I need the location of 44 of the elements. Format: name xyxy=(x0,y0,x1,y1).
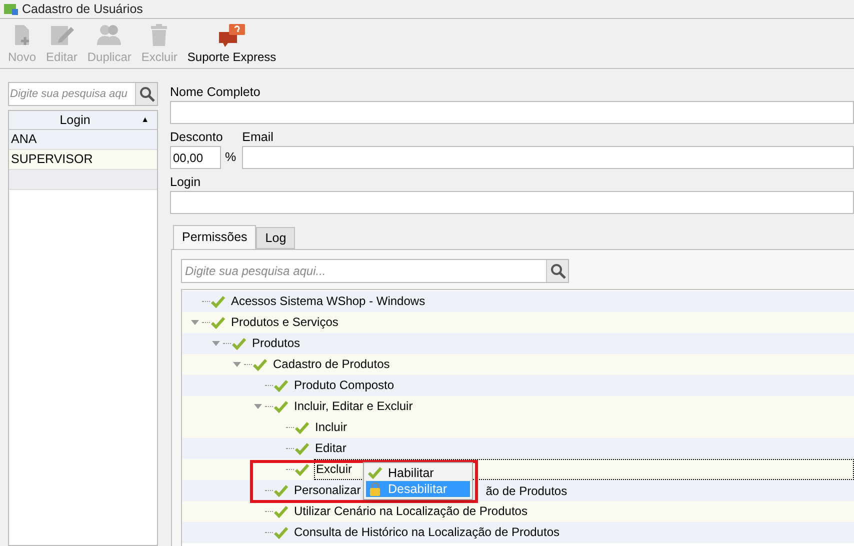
tab[interactable]: Permissões xyxy=(173,225,256,249)
field-label: Email xyxy=(242,129,274,146)
users-icon xyxy=(96,23,122,47)
search-box[interactable]: Digite sua pesquisa aqu xyxy=(8,82,158,106)
percent-sign: % xyxy=(225,149,236,166)
menu-item[interactable]: Habilitar xyxy=(366,465,470,481)
table-row[interactable]: ANA xyxy=(9,130,157,150)
sort-indicator: ▲ xyxy=(141,114,150,126)
search-button[interactable] xyxy=(546,260,568,282)
expanded-caret-icon[interactable] xyxy=(212,340,220,346)
permission-item[interactable]: Incluir, Editar e Excluir xyxy=(293,397,414,416)
permission-item[interactable]: Incluir xyxy=(314,418,348,437)
permission-item[interactable]: Cadastro de Produtos xyxy=(272,355,391,374)
pencil-icon xyxy=(48,23,75,47)
app-icon xyxy=(4,3,18,15)
input-field[interactable] xyxy=(242,146,854,169)
search-field[interactable]: Digite sua pesquisa aqu xyxy=(9,83,135,105)
permission-item-end: ão de Produtos xyxy=(486,482,568,500)
input-field[interactable] xyxy=(170,191,854,214)
permission-item[interactable]: Produto Composto xyxy=(293,376,396,395)
chat-bubbles-icon xyxy=(216,23,247,47)
permission-item[interactable]: Produtos xyxy=(251,334,302,353)
input-field[interactable] xyxy=(170,101,854,124)
expanded-caret-icon[interactable] xyxy=(233,362,241,368)
toolbar-button[interactable]: Suporte Express xyxy=(187,23,276,66)
tab[interactable]: Log xyxy=(256,227,296,249)
search-button[interactable] xyxy=(135,83,157,105)
search-icon xyxy=(138,86,154,102)
field-label: Desconto xyxy=(170,129,224,146)
column-title: Login xyxy=(58,112,92,129)
table-row[interactable]: SUPERVISOR xyxy=(9,150,157,170)
window-title: Cadastro de Usuários xyxy=(22,0,143,18)
field-label: Login xyxy=(170,174,202,191)
column-header[interactable]: Login ▲ xyxy=(9,111,157,130)
padlock-icon xyxy=(368,482,382,496)
expanded-caret-icon[interactable] xyxy=(254,404,262,410)
permission-item[interactable]: Personalizar xyxy=(293,481,362,500)
expanded-caret-icon[interactable] xyxy=(191,320,199,326)
checkmark-icon xyxy=(368,467,382,479)
field-label: Nome Completo xyxy=(170,84,262,101)
input-field[interactable]: 00,00 xyxy=(170,146,221,169)
permission-item[interactable]: Produtos e Serviços xyxy=(230,313,340,332)
permission-item[interactable]: Editar xyxy=(314,439,348,458)
search-icon xyxy=(550,263,566,279)
